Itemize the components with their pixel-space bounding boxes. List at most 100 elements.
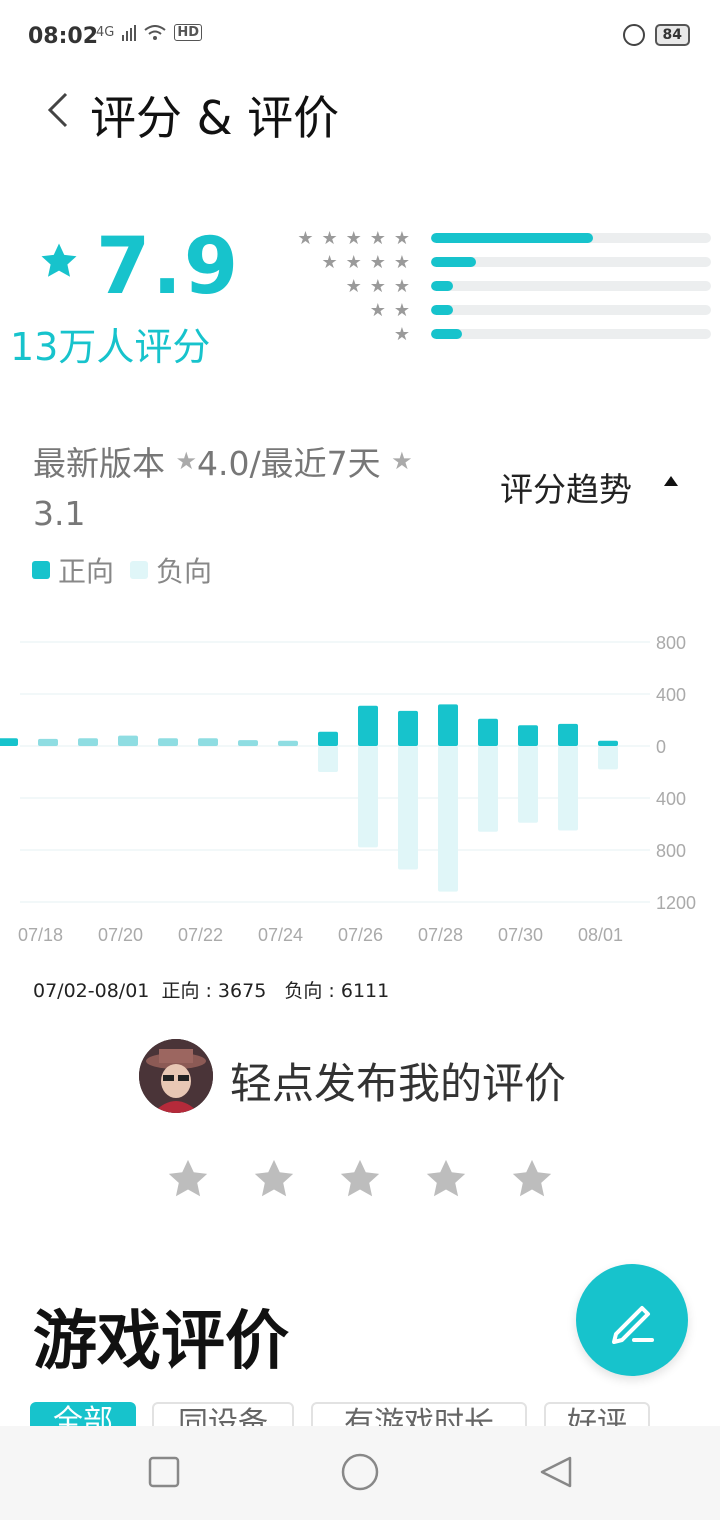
circle-icon[interactable] <box>340 1452 380 1492</box>
distribution-bar <box>431 281 711 291</box>
x-tick-label: 07/20 <box>98 925 143 945</box>
negative-bar <box>358 746 378 848</box>
positive-bar <box>118 735 138 746</box>
positive-bar <box>478 718 498 746</box>
period-summary: 07/02-08/01 正向 : 3675 负向 : 6111 <box>33 980 390 1002</box>
positive-bar <box>518 725 538 746</box>
distribution-fill <box>431 305 454 315</box>
negative-bar <box>478 746 498 832</box>
avatar-image <box>139 1039 213 1113</box>
write-review-prompt[interactable]: 轻点发布我的评价 <box>230 1050 566 1111</box>
y-tick-label: 0 <box>656 737 666 757</box>
page-title: 评分 & 评价 <box>90 91 340 145</box>
average-score: 7.9 <box>96 222 241 312</box>
recent-label: /最近7天 <box>249 444 381 483</box>
positive-bar <box>558 723 578 746</box>
rotation-lock-icon <box>622 24 645 46</box>
legend-positive-swatch <box>32 561 50 579</box>
positive-bar <box>198 738 218 746</box>
latest-version-label: 最新版本 <box>33 444 165 483</box>
legend-negative-label: 负向 <box>156 555 213 588</box>
distribution-bar <box>431 305 711 315</box>
rate-star-2[interactable] <box>251 1156 297 1202</box>
distribution-stars: ★★ <box>369 299 418 321</box>
write-review-button[interactable] <box>576 1264 688 1376</box>
distribution-row-5: ★★★★★ <box>280 227 712 249</box>
chip-positive[interactable]: 好评 <box>544 1402 650 1426</box>
distribution-bar <box>431 329 711 339</box>
distribution-bar <box>431 257 711 267</box>
recent-score: 3.1 <box>33 494 86 533</box>
x-tick-label: 07/26 <box>338 925 383 945</box>
distribution-fill <box>431 281 454 291</box>
positive-bar <box>38 738 58 746</box>
battery-indicator: 84 <box>654 24 690 46</box>
distribution-stars: ★★★★ <box>321 251 418 273</box>
rating-count: 13万人评分 <box>10 325 211 369</box>
legend-negative-swatch <box>130 561 149 579</box>
positive-bar <box>438 704 458 746</box>
filter-chips: 全部 同设备 有游戏时长 好评 <box>0 1400 720 1426</box>
distribution-row-2: ★★ <box>280 299 712 321</box>
x-tick-label: 08/01 <box>578 925 623 945</box>
chart-legend: 正向 负向 <box>32 550 212 590</box>
score-star-icon <box>41 243 77 277</box>
rate-star-1[interactable] <box>165 1156 211 1202</box>
distribution-stars: ★ <box>393 323 418 345</box>
positive-bar <box>598 740 618 746</box>
triangle-back-icon[interactable] <box>538 1454 574 1490</box>
x-tick-label: 07/18 <box>18 925 63 945</box>
y-tick-label: 400 <box>656 789 686 809</box>
rate-star-5[interactable] <box>509 1156 555 1202</box>
signal-icon <box>122 24 137 41</box>
positive-bar <box>318 731 338 746</box>
pen-icon <box>612 1306 654 1344</box>
x-tick-label: 07/28 <box>418 925 463 945</box>
y-tick-label: 400 <box>656 685 686 705</box>
system-nav-bar <box>0 1426 720 1520</box>
rating-trend-chart: 800 400 0 400 800 1200 07/18 07/20 07/22 07/24 07/… <box>0 633 696 945</box>
x-tick-label: 07/30 <box>498 925 543 945</box>
distribution-row-4: ★★★★ <box>280 251 712 273</box>
legend-positive-label: 正向 <box>58 555 115 588</box>
distribution-fill <box>431 329 462 339</box>
y-tick-label: 1200 <box>656 893 696 913</box>
distribution-fill <box>431 233 594 243</box>
section-title: 游戏评价 <box>33 1305 289 1379</box>
positive-bar <box>158 738 178 746</box>
distribution-stars: ★★★★★ <box>297 227 418 249</box>
chip-all[interactable]: 全部 <box>30 1402 136 1426</box>
positive-bar <box>78 738 98 746</box>
distribution-fill <box>431 257 476 267</box>
chip-has-playtime[interactable]: 有游戏时长 <box>311 1402 527 1426</box>
rating-trend-toggle[interactable]: 评分趋势 <box>500 463 632 511</box>
latest-version-score: 4.0 <box>197 444 250 483</box>
negative-bar <box>398 746 418 870</box>
positive-bar <box>398 710 418 746</box>
status-time: 08:02 <box>28 24 99 49</box>
distribution-stars: ★★★ <box>345 275 418 297</box>
negative-bar <box>438 746 458 892</box>
positive-bar <box>358 705 378 746</box>
chevron-left-icon <box>47 92 68 128</box>
rate-star-3[interactable] <box>337 1156 383 1202</box>
y-tick-label: 800 <box>656 841 686 861</box>
caret-up-icon <box>664 476 678 486</box>
back-button[interactable] <box>44 90 72 130</box>
distribution-row-3: ★★★ <box>280 275 712 297</box>
positive-bar <box>278 740 298 746</box>
x-tick-label: 07/24 <box>258 925 303 945</box>
distribution-bar <box>431 233 711 243</box>
negative-bar <box>598 746 618 770</box>
rate-star-4[interactable] <box>423 1156 469 1202</box>
positive-bar <box>238 740 258 746</box>
negative-bar <box>518 746 538 823</box>
version-rating: 最新版本 ★4.0/最近7天 ★ 3.1 <box>33 436 473 539</box>
x-tick-label: 07/22 <box>178 925 223 945</box>
chip-same-device[interactable]: 同设备 <box>152 1402 294 1426</box>
negative-bar <box>318 746 338 772</box>
distribution-row-1: ★ <box>280 323 712 345</box>
user-avatar[interactable] <box>139 1039 213 1113</box>
square-icon[interactable] <box>148 1456 180 1488</box>
small-star-icon: ★ <box>391 447 413 475</box>
